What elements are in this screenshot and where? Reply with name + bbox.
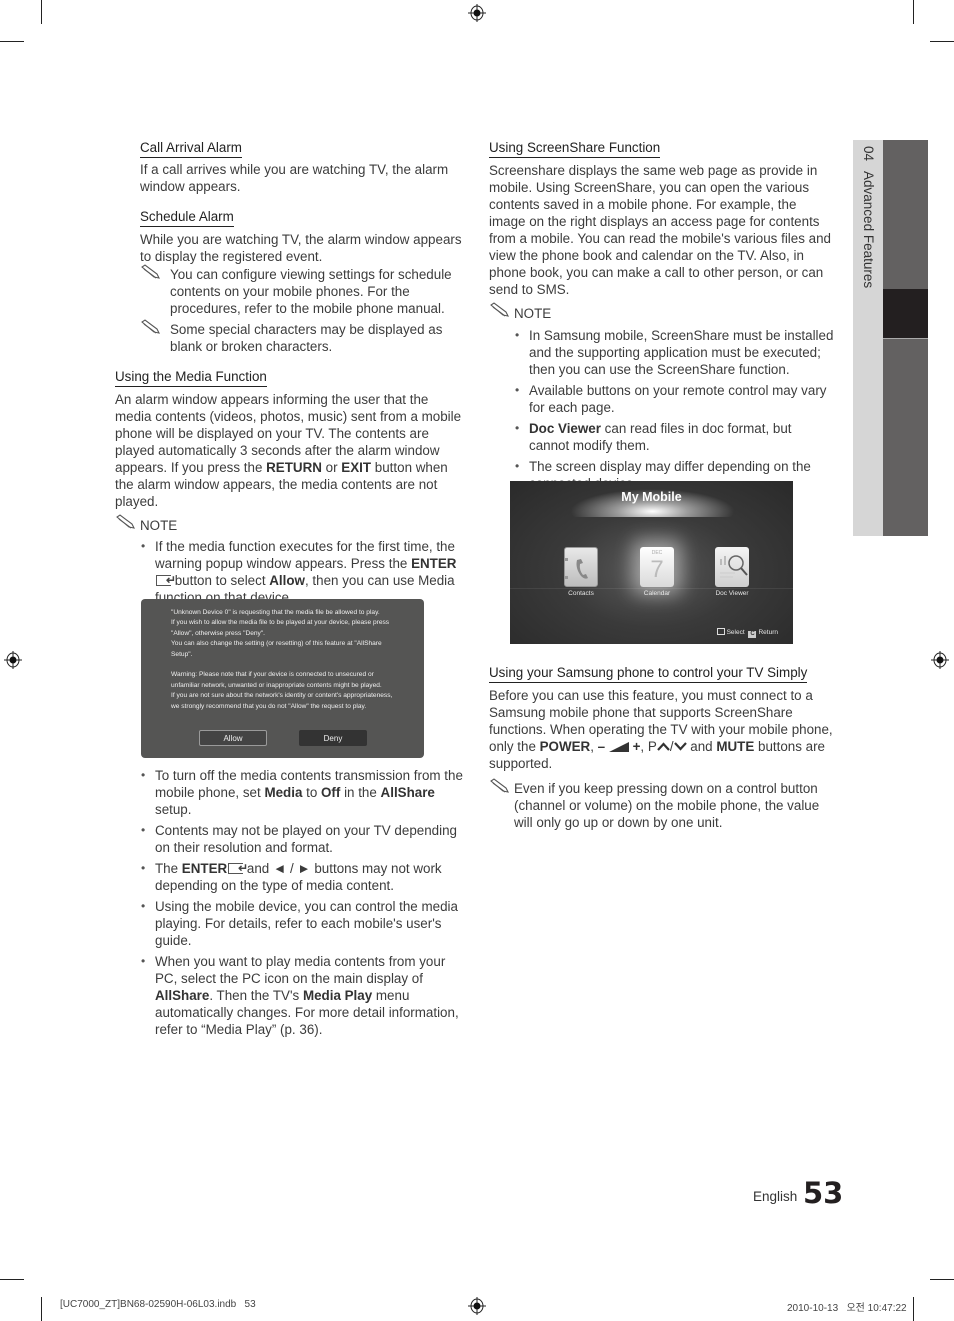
my-mobile-title: My Mobile [621, 490, 682, 504]
my-mobile-screen: My Mobile Contacts DEC 7 Calendar Doc Vi… [510, 481, 793, 644]
media-note-list: To turn off the media contents transmiss… [115, 767, 467, 1038]
schedule-note: You can configure viewing settings for s… [140, 264, 470, 317]
crop-mark [930, 41, 954, 42]
crop-mark [41, 0, 42, 24]
chapter-tab-marker [883, 289, 928, 339]
samsung-phone-note: Even if you keep pressing down on a cont… [489, 778, 839, 831]
allow-media-dialog: "Unknown Device 0" is requesting that th… [141, 599, 424, 758]
return-key-icon: C [748, 631, 757, 638]
crop-mark [913, 0, 914, 24]
crop-mark [41, 1297, 42, 1321]
pencil-note-icon [490, 302, 509, 317]
list-item: Available buttons on your remote control… [515, 382, 834, 416]
samsung-phone-section: Using your Samsung phone to control your… [489, 664, 839, 831]
screenshare-body: Screenshare displays the same web page a… [489, 163, 831, 297]
media-note-title: NOTE [115, 514, 467, 534]
registration-mark-icon [4, 651, 22, 669]
schedule-alarm-body: While you are watching TV, the alarm win… [140, 232, 462, 264]
samsung-phone-body: Before you can use this feature, you mus… [489, 688, 833, 771]
footer-file: [UC7000_ZT]BN68-02590H-06L03.indb 53 [60, 1299, 256, 1310]
pencil-note-icon [141, 319, 160, 334]
page-language: English [753, 1189, 798, 1204]
contacts-item[interactable]: Contacts [551, 547, 611, 597]
enter-icon [228, 860, 248, 877]
list-item: The ENTER and ◄ / ► buttons may not work… [141, 860, 467, 894]
list-item: If the media function executes for the f… [141, 538, 467, 606]
dialog-message: "Unknown Device 0" is requesting that th… [171, 609, 393, 710]
samsung-phone-heading: Using your Samsung phone to control your… [489, 664, 808, 683]
screen-footer-hints: Select C Return [715, 628, 778, 638]
media-function-section: Using the Media Function An alarm window… [115, 368, 467, 610]
schedule-note: Some special characters may be displayed… [140, 319, 470, 355]
allow-button[interactable]: Allow [199, 730, 267, 746]
deny-button[interactable]: Deny [299, 730, 367, 746]
crop-mark [930, 1279, 954, 1280]
crop-mark [913, 1297, 914, 1321]
left-column: Call Arrival Alarm If a call arrives whi… [140, 139, 470, 355]
schedule-alarm-heading: Schedule Alarm [140, 208, 234, 227]
crop-mark [0, 41, 24, 42]
doc-viewer-icon [715, 547, 749, 587]
list-item: Contents may not be played on your TV de… [141, 822, 467, 856]
screenshare-heading: Using ScreenShare Function [489, 139, 661, 158]
list-item: Using the mobile device, you can control… [141, 898, 467, 949]
list-item: In Samsung mobile, ScreenShare must be i… [515, 327, 834, 378]
pencil-note-icon [141, 264, 160, 279]
calendar-icon: DEC 7 [640, 547, 674, 587]
pencil-note-icon [116, 514, 135, 529]
call-arrival-body: If a call arrives while you are watching… [140, 162, 449, 194]
crop-mark [0, 1279, 24, 1280]
doc-viewer-item[interactable]: Doc Viewer [702, 547, 762, 597]
screenshare-note-title: NOTE [489, 302, 834, 322]
chapter-label: 04Advanced Features [861, 146, 876, 289]
list-item: Doc Viewer can read files in doc format,… [515, 420, 834, 454]
screenshare-note-list: In Samsung mobile, ScreenShare must be i… [489, 327, 834, 492]
contacts-icon [564, 547, 598, 587]
media-note-list: If the media function executes for the f… [115, 538, 467, 606]
channel-up-icon [657, 742, 670, 751]
calendar-item[interactable]: DEC 7 Calendar [627, 547, 687, 597]
volume-icon [608, 742, 629, 752]
channel-down-icon [673, 742, 687, 751]
footer-timestamp: 2010-10-13 오전 10:47:22 [787, 1303, 907, 1314]
enter-icon [156, 572, 176, 589]
page-number: 53 [803, 1176, 844, 1210]
pencil-note-icon [490, 778, 509, 793]
registration-mark-icon [468, 1297, 486, 1315]
enter-icon [716, 628, 725, 635]
call-arrival-heading: Call Arrival Alarm [140, 139, 242, 158]
list-item: When you want to play media contents fro… [141, 953, 467, 1038]
screenshare-section: Using ScreenShare Function Screenshare d… [489, 139, 834, 496]
registration-mark-icon [468, 4, 486, 22]
registration-mark-icon [931, 651, 949, 669]
media-function-body: An alarm window appears informing the us… [115, 392, 462, 509]
media-more-notes: To turn off the media contents transmiss… [115, 767, 467, 1042]
list-item: To turn off the media contents transmiss… [141, 767, 467, 818]
media-function-heading: Using the Media Function [115, 368, 267, 387]
